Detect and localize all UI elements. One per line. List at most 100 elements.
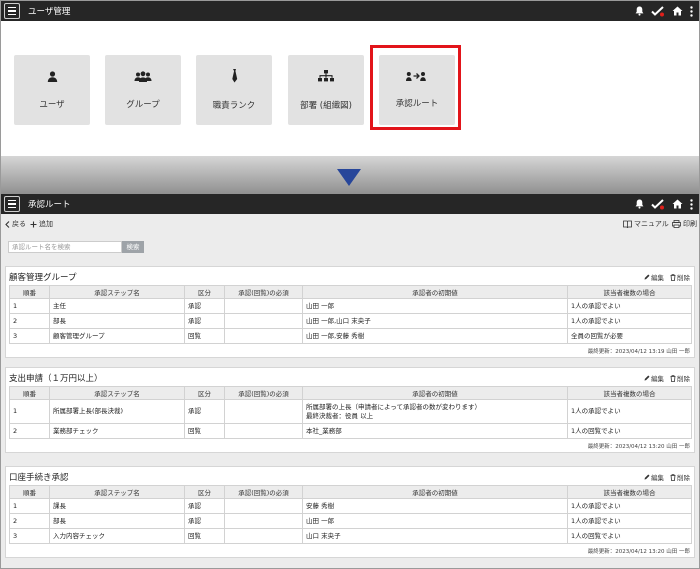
column-header: 承認者の初期値 [302,485,568,499]
tile-job-rank[interactable]: 職責ランク [196,55,272,125]
table-cell [224,313,303,329]
manual-label: マニュアル [634,220,669,228]
user-icon [47,70,58,82]
home-icon[interactable] [672,199,683,209]
column-header: 承認(回覧)の必須 [224,386,303,400]
column-header: 承認ステップ名 [49,386,185,400]
menu-icon[interactable] [4,3,20,19]
table-cell: 1 [9,298,50,314]
table-cell [224,498,303,514]
column-header: 承認ステップ名 [49,285,185,299]
delete-button[interactable]: 削除 [670,472,690,482]
screenshot-frame: ユーザ管理 ユーザ グループ 職責ランク 部署 (組織図) 承認ルート 承認ルー… [0,0,700,569]
bell-icon[interactable] [635,199,644,209]
column-header: 承認ステップ名 [49,485,185,499]
table-cell: 所属部署の上長（申請者によって承認者の数が変わります） 最終決裁者：役員 以上 [302,399,568,424]
home-icon[interactable] [672,6,683,16]
route-actions: 編集 削除 [644,373,690,383]
table-cell: 3 [9,328,50,344]
table-cell: 山田 一郎,安藤 秀樹 [302,328,568,344]
table-row: 3 顧客管理グループ 回覧 山田 一郎,安藤 秀樹 全員の回覧が必要 [9,328,692,344]
edit-button[interactable]: 編集 [644,272,664,282]
table-cell [224,423,303,439]
table-cell: 1 [9,399,50,424]
table-cell: 3 [9,528,50,544]
check-notification-icon[interactable] [651,5,665,17]
pencil-icon [644,375,650,381]
table-cell: 承認 [184,513,225,529]
group-icon [134,70,152,82]
table-row: 1 所属部署上長(部長決裁) 承認 所属部署の上長（申請者によって承認者の数が変わりま… [9,399,692,424]
menu-icon[interactable] [4,196,20,212]
search-input[interactable]: 承認ルート名を検索 [8,241,122,253]
tile-label: 部署 (組織図) [300,100,352,111]
trash-icon [670,374,676,382]
column-header: 該当者複数の場合 [567,386,692,400]
org-chart-icon [318,69,334,83]
manual-button[interactable]: マニュアル [623,219,669,229]
trash-icon [670,473,676,481]
table-cell: 山口 末央子 [302,528,568,544]
route-name: 口座手続き承認 [9,473,69,483]
delete-label: 削除 [677,375,690,383]
route-name: 顧客管理グループ [9,273,77,283]
table-cell: 1人の承認でよい [567,313,692,329]
tile-user[interactable]: ユーザ [14,55,90,125]
last-updated: 最終更新：2023/04/12 13:19 山田 一郎 [587,349,690,355]
plus-icon [30,221,37,228]
approval-route-content: 戻る 追加 マニュアル 印刷 承認ルート名を検索 検索 顧客管理グループ 編集 削除… [1,214,699,568]
table-cell: 部長 [49,513,185,529]
route-panel-header: 顧客管理グループ 編集 削除 [6,267,694,285]
table-cell: 承認 [184,498,225,514]
table-cell: 山田 一郎,山口 末央子 [302,313,568,329]
approval-route-header: 承認ルート [1,194,699,214]
more-vertical-icon[interactable] [690,198,693,210]
print-button[interactable]: 印刷 [672,219,697,229]
route-panel: 支出申請（１万円以上） 編集 削除 順番 承認ステップ名 区分 承認(回覧)の必須 承認者の初… [5,367,695,453]
table-cell [224,513,303,529]
column-header: 承認(回覧)の必須 [224,285,303,299]
user-management-tiles: ユーザ グループ 職責ランク 部署 (組織図) 承認ルート [1,44,699,154]
delete-button[interactable]: 削除 [670,373,690,383]
table-cell [224,298,303,314]
table-cell: 2 [9,513,50,529]
column-header: 承認者の初期値 [302,285,568,299]
edit-button[interactable]: 編集 [644,373,664,383]
table-row: 2 業務部チェック 回覧 本社_業務部 1人の回覧でよい [9,423,692,439]
table-cell: 課長 [49,498,185,514]
book-icon [623,220,632,228]
route-panel-header: 口座手続き承認 編集 削除 [6,467,694,485]
column-header: 区分 [184,386,225,400]
tile-department[interactable]: 部署 (組織図) [288,55,364,125]
table-cell: 1人の回覧でよい [567,423,692,439]
bell-icon[interactable] [635,6,644,16]
table-cell [224,528,303,544]
table-cell: 承認 [184,313,225,329]
tile-label: ユーザ [39,99,65,110]
edit-label: 編集 [651,474,664,482]
tile-group[interactable]: グループ [105,55,181,125]
column-header: 順番 [9,485,50,499]
more-vertical-icon[interactable] [690,5,693,17]
edit-button[interactable]: 編集 [644,472,664,482]
table-cell: 部長 [49,313,185,329]
add-button[interactable]: 追加 [30,219,53,229]
column-header: 該当者複数の場合 [567,485,692,499]
table-cell: 回覧 [184,328,225,344]
table-cell: 所属部署上長(部長決裁) [49,399,185,424]
table-cell: 2 [9,423,50,439]
check-notification-icon[interactable] [651,198,665,210]
tile-label: グループ [126,99,160,110]
table-cell: 1人の承認でよい [567,513,692,529]
table-cell: 本社_業務部 [302,423,568,439]
table-cell [224,328,303,344]
delete-button[interactable]: 削除 [670,272,690,282]
table-cell: 承認 [184,399,225,424]
back-label: 戻る [12,220,26,228]
edit-label: 編集 [651,375,664,383]
search-button[interactable]: 検索 [122,241,144,253]
back-button[interactable]: 戻る [5,219,26,229]
delete-label: 削除 [677,274,690,282]
pencil-icon [644,274,650,280]
table-cell: 1人の回覧でよい [567,528,692,544]
